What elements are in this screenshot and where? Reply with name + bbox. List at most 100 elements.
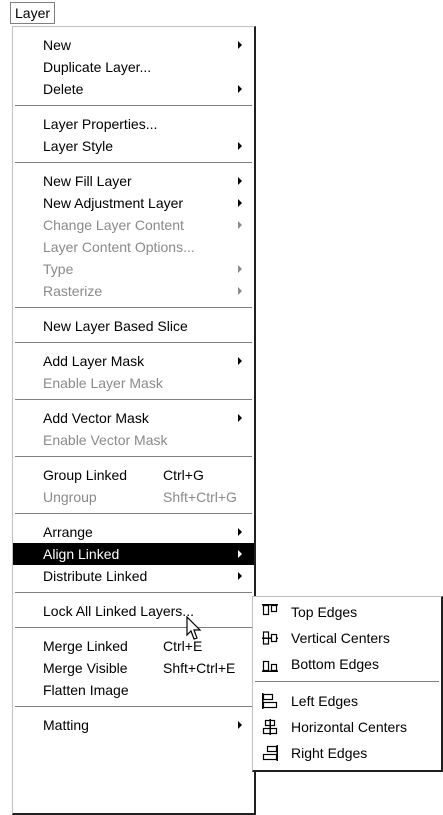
menu-item-add-layer-mask[interactable]: Add Layer Mask [13,350,254,372]
align-left-edges-icon [262,693,278,709]
submenu-arrow-icon [238,528,242,536]
submenu-arrow-icon [238,550,242,558]
menu-item-shortcut: Ctrl+G [163,467,204,483]
align-top-edges-icon [262,604,278,616]
align-bottom-edges-icon [262,660,278,672]
menu-item-flatten-image[interactable]: Flatten Image [13,679,254,701]
submenu-arrow-icon [238,41,242,49]
menu-item-label: Ungroup [43,489,97,505]
menu-item-label: Align Linked [43,546,120,562]
submenu-arrow-icon [238,414,242,422]
menu-item-lock-all-linked-layers[interactable]: Lock All Linked Layers... [13,600,254,622]
menu-separator [15,513,252,515]
menu-item-merge-linked[interactable]: Merge Linked Ctrl+E [13,635,254,657]
menu-item-label: Lock All Linked Layers... [43,603,194,619]
menu-separator [15,307,252,309]
menu-item-label: Layer Content Options... [43,239,195,255]
layer-menu: New Duplicate Layer... Delete Layer Propert… [12,26,256,815]
menu-item-new-fill-layer[interactable]: New Fill Layer [13,170,254,192]
menu-item-new-layer-based-slice[interactable]: New Layer Based Slice [13,315,254,337]
menu-layer[interactable]: Layer [10,2,56,24]
menu-item-layer-properties[interactable]: Layer Properties... [13,113,254,135]
menu-item-add-vector-mask[interactable]: Add Vector Mask [13,407,254,429]
menu-item-label: Add Layer Mask [43,353,145,369]
menu-separator [15,105,252,107]
menu-item-label: Enable Vector Mask [43,432,168,448]
menu-separator [15,706,252,708]
submenu-arrow-icon [238,142,242,150]
menu-separator [15,592,252,594]
submenu-arrow-icon [238,177,242,185]
menu-item-label: New Adjustment Layer [43,195,184,211]
submenu-item-right-edges[interactable]: Right Edges [253,740,441,766]
submenu-arrow-icon [238,357,242,365]
align-horizontal-centers-icon [262,719,278,735]
menu-item-merge-visible[interactable]: Merge Visible Shft+Ctrl+E [13,657,254,679]
menu-item-ungroup: Ungroup Shft+Ctrl+G [13,486,254,508]
menu-item-label: Change Layer Content [43,217,184,233]
menu-item-enable-layer-mask: Enable Layer Mask [13,372,254,394]
menu-item-label: Flatten Image [43,682,129,698]
menu-item-label: Matting [43,717,89,733]
menu-item-label: Duplicate Layer... [43,59,152,75]
submenu-arrow-icon [238,572,242,580]
menu-item-label: Merge Visible [43,660,128,676]
menu-item-rasterize: Rasterize [13,280,254,302]
menu-item-arrange[interactable]: Arrange [13,521,254,543]
submenu-item-label: Vertical Centers [291,630,390,646]
menu-item-label: Add Vector Mask [43,410,149,426]
submenu-arrow-icon [238,287,242,295]
submenu-item-label: Bottom Edges [291,656,379,672]
menu-item-layer-style[interactable]: Layer Style [13,135,254,157]
menu-item-enable-vector-mask: Enable Vector Mask [13,429,254,451]
menubar: Layer [0,0,443,26]
menu-item-label: Group Linked [43,467,128,483]
menu-item-label: Rasterize [43,283,103,299]
menu-item-label: Distribute Linked [43,568,148,584]
submenu-item-label: Top Edges [291,604,358,620]
align-vertical-centers-icon [262,631,278,645]
submenu-arrow-icon [238,85,242,93]
submenu-arrow-icon [238,199,242,207]
menu-separator [15,162,252,164]
menu-item-new-adjustment-layer[interactable]: New Adjustment Layer [13,192,254,214]
submenu-item-vertical-centers[interactable]: Vertical Centers [253,625,441,651]
menu-item-label: Layer Style [43,138,114,154]
menu-separator [15,627,252,629]
submenu-item-bottom-edges[interactable]: Bottom Edges [253,651,441,677]
submenu-arrow-icon [238,221,242,229]
submenu-item-left-edges[interactable]: Left Edges [253,688,441,714]
submenu-arrow-icon [238,721,242,729]
submenu-arrow-icon [238,265,242,273]
menu-item-label: Type [43,261,74,277]
menu-item-label: Enable Layer Mask [43,375,163,391]
menu-item-duplicate-layer[interactable]: Duplicate Layer... [13,56,254,78]
menu-separator [15,342,252,344]
menu-item-label: Merge Linked [43,638,128,654]
submenu-item-label: Right Edges [291,745,368,761]
menu-item-change-layer-content: Change Layer Content [13,214,254,236]
menu-item-label: New [43,37,72,53]
menu-item-layer-content-options: Layer Content Options... [13,236,254,258]
mouse-pointer-icon [186,616,202,640]
menu-item-matting[interactable]: Matting [13,714,254,736]
menu-item-align-linked[interactable]: Align Linked [13,543,254,565]
menu-item-type: Type [13,258,254,280]
align-right-edges-icon [262,745,278,761]
menu-separator [15,456,252,458]
menu-item-delete[interactable]: Delete [13,78,254,100]
menu-item-distribute-linked[interactable]: Distribute Linked [13,565,254,587]
menu-item-label: Layer Properties... [43,116,158,132]
submenu-item-top-edges[interactable]: Top Edges [253,599,441,625]
menu-item-label: Arrange [43,524,93,540]
menu-item-new[interactable]: New [13,34,254,56]
submenu-item-horizontal-centers[interactable]: Horizontal Centers [253,714,441,740]
menu-item-label: New Layer Based Slice [43,318,188,334]
menu-item-label: Delete [43,81,84,97]
align-linked-submenu: Top Edges Vertical Centers Bottom Edges Lef… [252,596,443,772]
menu-separator [15,399,252,401]
menu-item-label: New Fill Layer [43,173,132,189]
menu-item-group-linked[interactable]: Group Linked Ctrl+G [13,464,254,486]
submenu-separator [255,681,439,683]
submenu-item-label: Horizontal Centers [291,719,407,735]
